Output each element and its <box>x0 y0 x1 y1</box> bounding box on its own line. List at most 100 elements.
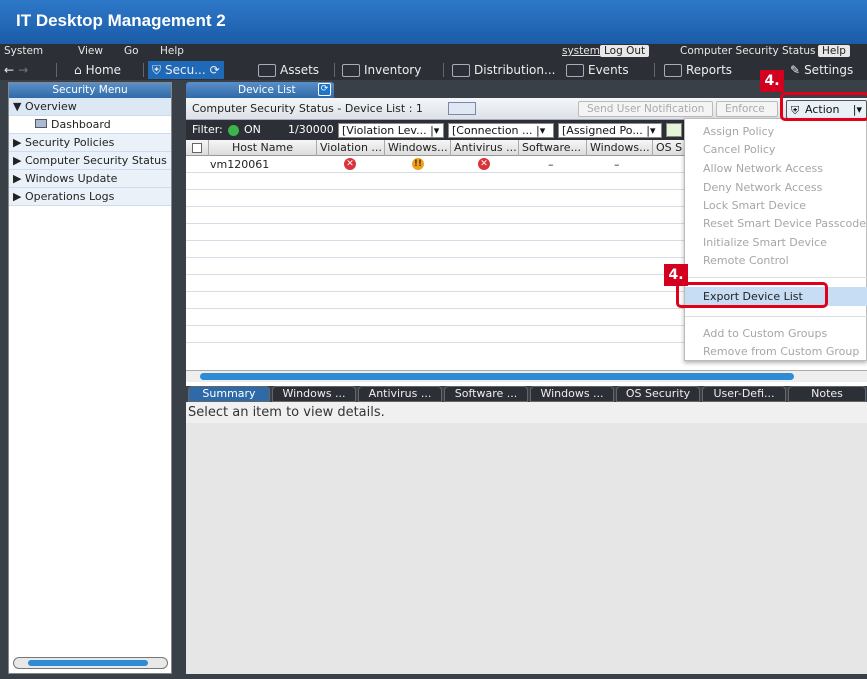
list-header: Computer Security Status - Device List :… <box>186 98 867 120</box>
tree-item-label: Windows Update <box>24 172 118 185</box>
combo-label: [Connection ... <box>452 124 533 137</box>
select-all-checkbox[interactable] <box>192 143 202 153</box>
distribution-button[interactable]: Distribution... <box>452 61 555 79</box>
help-button[interactable]: Help <box>818 45 850 57</box>
expand-arrow-icon[interactable]: ▼ <box>13 100 21 113</box>
tab-software[interactable]: Software ... <box>444 386 528 402</box>
menu-item-remove-from-custom-group[interactable]: Remove from Custom Group <box>703 345 859 358</box>
list-title: Computer Security Status - Device List :… <box>192 102 423 115</box>
assets-label: Assets <box>280 63 320 77</box>
col-windows-update[interactable]: Windows... <box>590 141 650 154</box>
menu-go[interactable]: Go <box>124 45 139 57</box>
scrollbar-thumb[interactable] <box>200 373 794 380</box>
expand-arrow-icon[interactable]: ▶ <box>13 136 21 149</box>
tree-item-dashboard[interactable]: Dashboard <box>9 116 171 134</box>
col-windows[interactable]: Windows... <box>388 141 448 154</box>
expand-arrow-icon[interactable]: ▶ <box>13 154 21 167</box>
tree-item-label: Computer Security Status <box>24 154 167 167</box>
tree-item-computer-security-status[interactable]: ▶ Computer Security Status <box>9 152 171 170</box>
menu-item-reset-passcode[interactable]: Reset Smart Device Passcode <box>703 217 866 230</box>
tab-os-security[interactable]: OS Security <box>616 386 700 402</box>
col-software[interactable]: Software... <box>522 141 581 154</box>
tree-item-security-policies[interactable]: ▶ Security Policies <box>9 134 171 152</box>
view-toggle-icon[interactable] <box>448 102 476 115</box>
warning-icon: !! <box>412 158 424 170</box>
tab-windows-update[interactable]: Windows ... <box>530 386 614 402</box>
col-os-security[interactable]: OS S <box>656 141 682 154</box>
error-icon: ✕ <box>478 158 490 170</box>
logout-button[interactable]: Log Out <box>600 45 650 57</box>
col-host-name[interactable]: Host Name <box>232 141 293 154</box>
col-violation[interactable]: Violation ... <box>320 141 382 154</box>
assets-button[interactable]: Assets <box>258 61 319 79</box>
grid-horizontal-scrollbar[interactable] <box>186 370 867 382</box>
dashboard-icon <box>35 119 47 128</box>
tab-device-list[interactable]: Device List <box>186 82 334 98</box>
settings-button[interactable]: ✎ Settings <box>790 61 853 79</box>
connection-filter[interactable]: [Connection ... |▾ <box>448 123 554 138</box>
security-menu-title: Security Menu <box>9 83 171 98</box>
left-horizontal-scrollbar[interactable] <box>13 657 168 669</box>
settings-label: Settings <box>804 63 854 77</box>
inventory-button[interactable]: Inventory <box>342 61 421 79</box>
refresh-icon[interactable]: ⟳ <box>210 63 220 77</box>
software-cell: – <box>548 158 554 171</box>
action-highlight-box <box>780 92 867 121</box>
filter-icon[interactable] <box>666 123 682 137</box>
menu-item-assign-policy[interactable]: Assign Policy <box>703 125 774 138</box>
menu-item-initialize-smart-device[interactable]: Initialize Smart Device <box>703 236 827 249</box>
filter-on-icon[interactable] <box>228 125 239 136</box>
expand-arrow-icon[interactable]: ▶ <box>13 190 21 203</box>
shield-icon: ⛨ <box>152 62 162 77</box>
home-icon: ⌂ <box>74 63 82 77</box>
distribution-label: Distribution... <box>474 63 556 77</box>
tree-item-label: Security Policies <box>24 136 115 149</box>
reports-icon <box>664 63 682 77</box>
tab-antivirus[interactable]: Antivirus ... <box>358 386 442 402</box>
menu-system[interactable]: System <box>4 45 43 57</box>
reports-button[interactable]: Reports <box>664 61 732 79</box>
home-button[interactable]: ⌂ Home <box>74 61 121 79</box>
back-icon[interactable]: ← <box>4 63 14 77</box>
security-tab[interactable]: ⛨ Secu... ⟳ <box>148 61 224 79</box>
tree-item-overview[interactable]: ▼ Overview <box>9 98 171 116</box>
scrollbar-thumb[interactable] <box>28 660 148 666</box>
menu-item-remote-control[interactable]: Remote Control <box>703 254 789 267</box>
step-badge: 4. <box>760 70 784 92</box>
menu-view[interactable]: View <box>78 45 103 57</box>
detail-pane: Select an item to view details. <box>186 402 867 674</box>
toolbar: ← → ⌂ Home ⛨ Secu... ⟳ Assets Inventory Dist… <box>0 60 867 80</box>
refresh-icon[interactable]: ⟳ <box>318 83 331 96</box>
send-user-notification-button[interactable]: Send User Notification <box>578 101 714 117</box>
events-button[interactable]: Events <box>566 61 629 79</box>
tree-item-operations-logs[interactable]: ▶ Operations Logs <box>9 188 171 206</box>
tab-notes[interactable]: Notes <box>788 386 866 402</box>
back-forward-buttons[interactable]: ← → <box>4 61 28 79</box>
panel-splitter[interactable] <box>174 82 182 674</box>
assigned-policy-filter[interactable]: [Assigned Po... |▾ <box>558 123 662 138</box>
user-link[interactable]: system <box>562 45 600 57</box>
tree-item-windows-update[interactable]: ▶ Windows Update <box>9 170 171 188</box>
menu-bar: System View Go Help system Log Out Compu… <box>0 44 867 60</box>
menu-item-add-to-custom-groups[interactable]: Add to Custom Groups <box>703 327 827 340</box>
col-antivirus[interactable]: Antivirus ... <box>454 141 517 154</box>
tab-summary[interactable]: Summary <box>188 386 270 402</box>
menu-help[interactable]: Help <box>160 45 184 57</box>
forward-icon[interactable]: → <box>18 63 28 77</box>
enforce-button[interactable]: Enforce <box>716 101 778 117</box>
expand-arrow-icon[interactable]: ▶ <box>13 172 21 185</box>
app-title: IT Desktop Management 2 <box>0 0 867 44</box>
menu-item-deny-network-access[interactable]: Deny Network Access <box>703 181 822 194</box>
inventory-label: Inventory <box>364 63 422 77</box>
export-highlight-box <box>676 282 828 308</box>
events-icon <box>566 63 584 77</box>
menu-item-allow-network-access[interactable]: Allow Network Access <box>703 162 823 175</box>
violation-level-filter[interactable]: [Violation Lev... |▾ <box>338 123 444 138</box>
tab-windows[interactable]: Windows ... <box>272 386 356 402</box>
menu-item-lock-smart-device[interactable]: Lock Smart Device <box>703 199 806 212</box>
menu-item-cancel-policy[interactable]: Cancel Policy <box>703 143 775 156</box>
tab-user-defined[interactable]: User-Defi... <box>702 386 786 402</box>
filter-count: 1/30000 <box>288 123 334 136</box>
events-label: Events <box>588 63 629 77</box>
combo-label: [Violation Lev... <box>342 124 427 137</box>
